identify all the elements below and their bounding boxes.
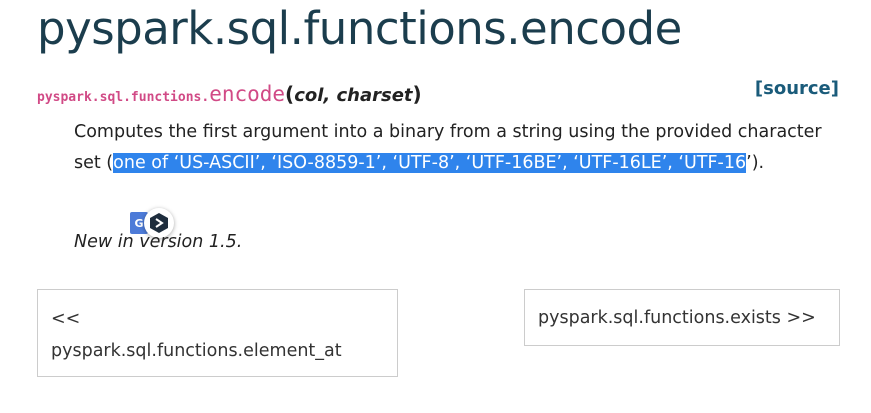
ai-assistant-glyph xyxy=(150,213,168,233)
prev-page-label: pyspark.sql.functions.element_at xyxy=(51,341,342,361)
signature-function-name: encode xyxy=(209,82,286,106)
function-signature: pyspark.sql.functions. encode ( col, cha… xyxy=(37,82,422,106)
prev-page-link[interactable]: << pyspark.sql.functions.element_at xyxy=(37,289,398,377)
source-link[interactable]: [source] xyxy=(755,78,839,99)
signature-open-paren: ( xyxy=(285,82,295,106)
signature-module: pyspark.sql.functions. xyxy=(37,90,210,105)
page-title: pyspark.sql.functions.encode xyxy=(37,2,682,55)
next-arrow: >> xyxy=(786,308,816,328)
translate-label: G xyxy=(134,216,144,230)
function-description: Computes the first argument into a binar… xyxy=(74,117,834,179)
description-text-end: ’). xyxy=(746,153,765,173)
next-page-label: pyspark.sql.functions.exists xyxy=(538,308,781,328)
version-note: New in version 1.5. xyxy=(74,232,243,252)
next-page-link[interactable]: pyspark.sql.functions.exists >> xyxy=(524,289,840,346)
prev-arrow: << xyxy=(51,309,81,329)
selected-text: one of ‘US-ASCII’, ‘ISO-8859-1’, ‘UTF-8’… xyxy=(113,153,747,173)
signature-params: col, charset xyxy=(294,85,413,106)
signature-close-paren: ) xyxy=(412,82,422,106)
